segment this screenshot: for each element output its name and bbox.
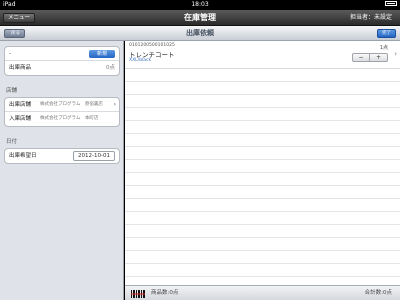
empty-row xyxy=(125,173,400,186)
out-store-label: 出庫店舗 xyxy=(9,102,32,108)
goods-count-total: 商品数:0点 xyxy=(151,290,179,296)
empty-row xyxy=(125,121,400,134)
empty-row xyxy=(125,264,400,277)
item-list: 0101200500101025 トレンチコート XXL/black 1点 − … xyxy=(125,41,400,285)
decrement-button[interactable]: − xyxy=(353,54,370,61)
goods-count: 0点 xyxy=(106,65,115,71)
item-code: 0101200500101025 xyxy=(129,43,175,48)
empty-row xyxy=(125,251,400,264)
clock: 18:03 xyxy=(191,1,209,8)
empty-row xyxy=(125,160,400,173)
out-store-row[interactable]: 出庫店舗 株式会社プログラム 原宿裏店 › xyxy=(5,98,119,112)
empty-row xyxy=(125,147,400,160)
empty-row xyxy=(125,95,400,108)
in-store-label: 入庫店舗 xyxy=(9,116,32,122)
battery-icon xyxy=(383,0,397,10)
barcode-icon[interactable] xyxy=(131,290,145,298)
date-group: 出庫希望日 2012-10-01 xyxy=(4,148,120,164)
in-store-row[interactable]: 入庫店舗 株式会社プログラム 本町店 xyxy=(5,112,119,126)
top-nav-bar: メニュー 在庫管理 担当者：未設定 xyxy=(0,10,400,26)
app-title: 在庫管理 xyxy=(184,13,216,22)
list-item[interactable]: 0101200500101025 トレンチコート XXL/black 1点 − … xyxy=(125,41,400,69)
empty-row xyxy=(125,199,400,212)
page-title: 出庫依頼 xyxy=(186,29,214,37)
chevron-right-icon: › xyxy=(113,101,116,108)
increment-button[interactable]: + xyxy=(370,54,387,61)
date-section-label: 日付 xyxy=(6,139,18,145)
empty-row xyxy=(125,82,400,95)
done-button[interactable]: 完了 xyxy=(377,29,396,38)
staff-label[interactable]: 担当者：未設定 xyxy=(350,10,392,26)
date-row: 出庫希望日 2012-10-01 xyxy=(5,149,119,163)
request-number-label: - xyxy=(9,51,11,57)
goods-row: 出庫商品 0点 xyxy=(5,61,119,75)
left-panel: - 新規 出庫商品 0点 店舗 出庫店舗 株式会社プログラム 原宿裏店 › 入庫… xyxy=(0,41,124,300)
empty-row xyxy=(125,108,400,121)
empty-row xyxy=(125,134,400,147)
date-field[interactable]: 2012-10-01 xyxy=(73,151,115,161)
date-label: 出庫希望日 xyxy=(9,153,37,159)
footer-bar: 商品数:0点 合計数:0点 xyxy=(125,285,400,300)
empty-row xyxy=(125,238,400,251)
empty-row xyxy=(125,186,400,199)
request-number-row[interactable]: - 新規 xyxy=(5,47,119,61)
new-button[interactable]: 新規 xyxy=(89,50,115,58)
item-quantity: 1点 xyxy=(379,45,388,51)
store-group: 出庫店舗 株式会社プログラム 原宿裏店 › 入庫店舗 株式会社プログラム 本町店 xyxy=(4,97,120,127)
chevron-right-icon[interactable]: › xyxy=(394,50,397,58)
goods-label: 出庫商品 xyxy=(9,65,32,71)
empty-row xyxy=(125,225,400,238)
empty-row xyxy=(125,212,400,225)
in-store-value: 株式会社プログラム 本町店 xyxy=(40,116,99,121)
store-section-label: 店舗 xyxy=(6,88,18,94)
total-count: 合計数:0点 xyxy=(364,290,392,296)
item-variant: XXL/black xyxy=(129,58,152,63)
request-group: - 新規 出庫商品 0点 xyxy=(4,46,120,76)
sub-nav-bar: 戻る 出庫依頼 完了 xyxy=(0,26,400,41)
out-store-value: 株式会社プログラム 原宿裏店 xyxy=(40,102,103,107)
quantity-stepper: − + xyxy=(352,53,388,62)
empty-row xyxy=(125,69,400,82)
status-bar: iPad 18:03 xyxy=(0,0,400,10)
